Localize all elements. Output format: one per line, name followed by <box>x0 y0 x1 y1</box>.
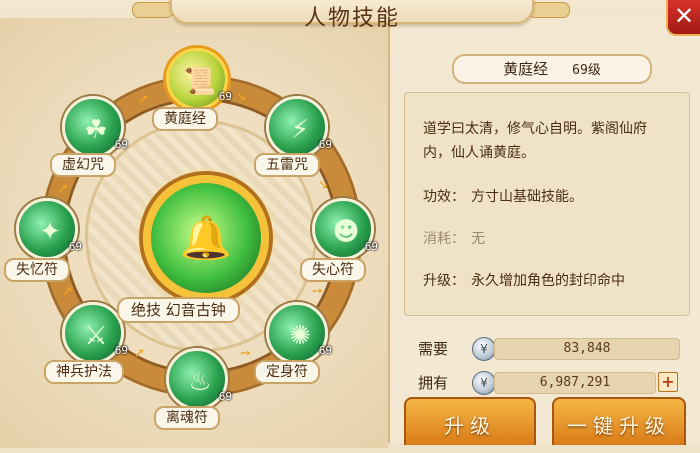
close-button[interactable]: ✕ <box>666 0 700 36</box>
skill-slot-shiyifu[interactable]: ✦ 69 <box>16 198 82 260</box>
skill-name: 黄庭经 <box>503 60 549 78</box>
close-icon: ✕ <box>673 2 695 30</box>
skill-label: 离魂符 <box>154 406 220 430</box>
skill-label: 定身符 <box>254 360 320 384</box>
arrow-icon: ➙ <box>312 284 323 299</box>
arrow-icon: ➚ <box>138 92 149 107</box>
skill-window: ➘ ➘ ➙ ➙ ➚ ➚ ➚ ➚ 📜 69 黄庭经 ⚡ 69 五雷咒 ☻ 69 失… <box>0 0 700 448</box>
arrow-icon: ➙ <box>240 346 251 361</box>
arrow-icon: ➚ <box>134 346 145 361</box>
skill-level: 69 <box>318 138 332 151</box>
ultimate-skill-button[interactable]: 🔔 <box>143 175 269 301</box>
skill-label: 失忆符 <box>4 258 70 282</box>
skill-label: 神兵护法 <box>44 360 124 384</box>
one-click-upgrade-button[interactable]: 一键升级 <box>552 397 686 445</box>
add-currency-button[interactable]: + <box>658 372 678 392</box>
skill-wheel-panel: ➘ ➘ ➙ ➙ ➚ ➚ ➚ ➚ 📜 69 黄庭经 ⚡ 69 五雷咒 ☻ 69 失… <box>0 18 388 448</box>
skill-description: 道学曰太清，修气心自明。紫阁仙府内，仙人诵黄庭。 <box>423 121 647 161</box>
skill-description-box: 道学曰太清，修气心自明。紫阁仙府内，仙人诵黄庭。 功效： 方寸山基础技能。 消耗：… <box>404 92 690 316</box>
required-label: 需要 <box>418 340 449 358</box>
effect-label: 功效： <box>423 189 465 205</box>
cost-label: 消耗： <box>423 231 465 247</box>
cost-row: 消耗： 无 <box>423 227 485 251</box>
skill-level-text: 69级 <box>572 63 601 78</box>
skill-slot-lihunfu[interactable]: ♨ 69 <box>166 348 232 410</box>
silver-coin-icon: ¥ <box>472 371 496 395</box>
upgrade-value: 永久增加角色的封印命中 <box>471 273 625 289</box>
skill-label: 黄庭经 <box>152 107 218 131</box>
owned-amount: 6,987,291 <box>494 372 656 394</box>
skill-slot-shenbinghufa[interactable]: ⚔ 69 <box>62 302 128 364</box>
owned-label: 拥有 <box>418 374 449 392</box>
skill-slot-huangtingjing[interactable]: 📜 69 <box>166 48 232 110</box>
arrow-icon: ➚ <box>62 284 73 299</box>
upgrade-label: 升级： <box>423 273 465 289</box>
upgrade-row: 升级： 永久增加角色的封印命中 <box>423 269 625 293</box>
title-banner: 人物技能 <box>170 0 534 31</box>
upgrade-button[interactable]: 升级 <box>404 397 536 445</box>
required-amount: 83,848 <box>494 338 680 360</box>
skill-label: 虚幻咒 <box>50 153 116 177</box>
silver-coin-icon: ¥ <box>472 337 496 361</box>
skill-level: 69 <box>218 390 232 403</box>
arrow-icon: ➚ <box>58 181 69 196</box>
skill-slot-wuleizhou[interactable]: ⚡ 69 <box>266 96 332 158</box>
skill-detail-panel: 黄庭经 69级 道学曰太清，修气心自明。紫阁仙府内，仙人诵黄庭。 功效： 方寸山基础… <box>388 22 700 443</box>
effect-row: 功效： 方寸山基础技能。 <box>423 185 583 209</box>
skill-level: 69 <box>114 344 128 357</box>
skill-level: 69 <box>364 240 378 253</box>
skill-slot-xuhuanzhou[interactable]: ☘ 69 <box>62 96 128 158</box>
skill-level: 69 <box>218 90 232 103</box>
cloud-ornament <box>132 2 174 18</box>
skill-level: 69 <box>68 240 82 253</box>
effect-value: 方寸山基础技能。 <box>471 189 583 205</box>
arrow-icon: ➘ <box>318 178 329 193</box>
skill-title-badge: 黄庭经 69级 <box>452 54 652 84</box>
cloud-ornament <box>528 2 570 18</box>
bell-icon: 🔔 <box>179 213 233 262</box>
skill-level: 69 <box>318 344 332 357</box>
skill-level: 69 <box>114 138 128 151</box>
cost-value: 无 <box>471 231 485 247</box>
window-title: 人物技能 <box>303 6 400 31</box>
skill-slot-dingshenfu[interactable]: ✺ 69 <box>266 302 332 364</box>
skill-slot-shixinfu[interactable]: ☻ 69 <box>312 198 378 260</box>
ultimate-skill-label: 绝技 幻音古钟 <box>117 297 240 323</box>
skill-label: 五雷咒 <box>254 153 320 177</box>
arrow-icon: ➘ <box>236 90 247 105</box>
skill-label: 失心符 <box>300 258 366 282</box>
